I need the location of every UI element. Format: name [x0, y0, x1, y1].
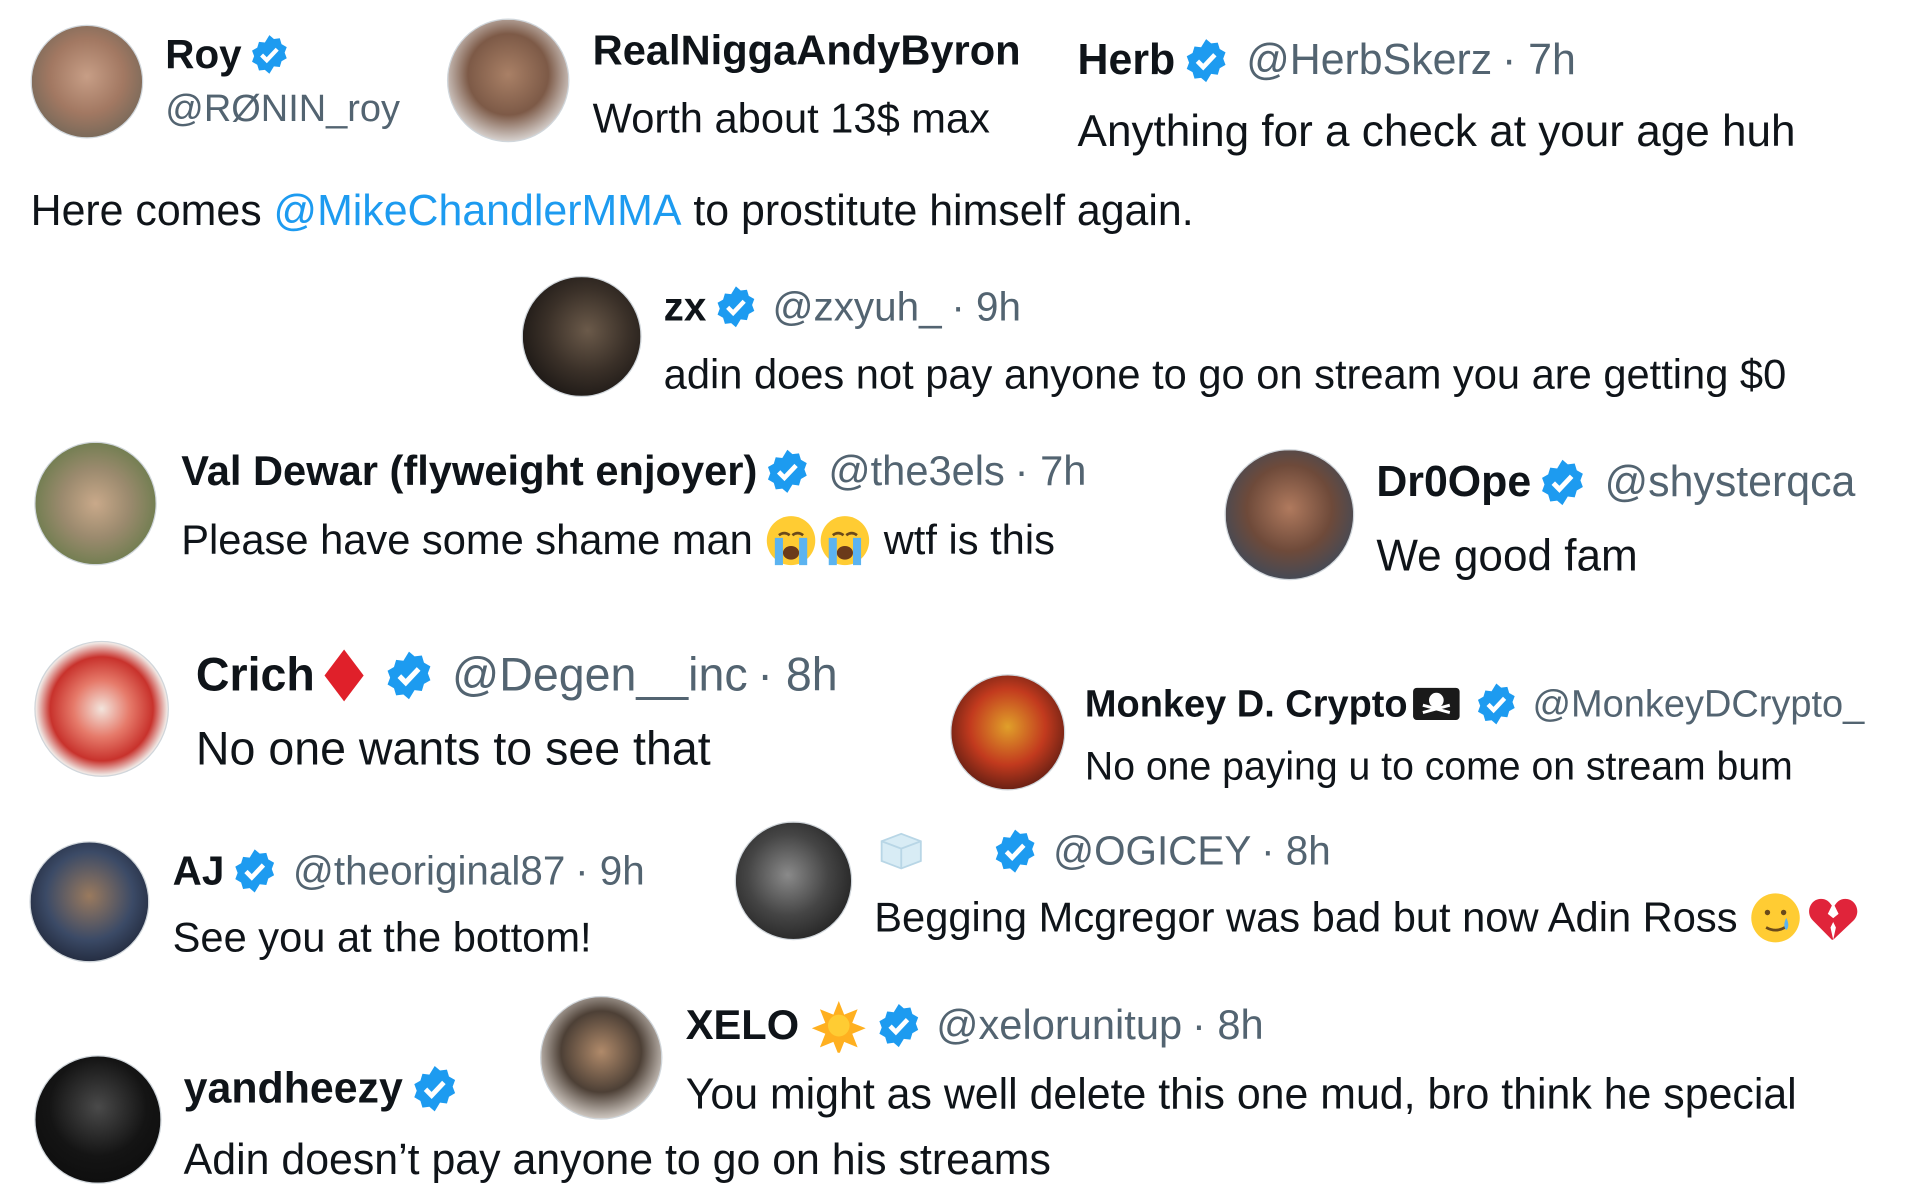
ice-cube-icon [880, 832, 922, 870]
roy-text: Here comes @MikeChandlerMMA to prostitut… [31, 186, 1194, 238]
crich-name[interactable]: Crich [196, 649, 315, 702]
xelo-handle[interactable]: @xelorunitup [936, 1001, 1182, 1049]
xelo-name[interactable]: XELO [686, 1001, 799, 1049]
verified-badge-icon [768, 449, 808, 493]
verified-badge-icon [414, 1065, 456, 1112]
droope-text: We good fam [1376, 529, 1638, 581]
zx-handle[interactable]: @zxyuh_ [772, 283, 941, 330]
yandheezy-header: yandheezy [184, 1061, 459, 1115]
zx-header: zx @zxyuh_ · 9h [664, 282, 1021, 331]
avatar-droope[interactable] [1224, 449, 1355, 581]
verified-badge-icon [1542, 459, 1584, 506]
aj-name[interactable]: AJ [173, 847, 225, 894]
yandheezy-name[interactable]: yandheezy [184, 1064, 403, 1113]
monkeydcrypto-header: Monkey D. Crypto @MonkeyDCrypto_ [1085, 680, 1864, 727]
zx-time: · 9h [951, 283, 1021, 330]
ogicey-handle[interactable]: @OGICEY [1053, 828, 1251, 875]
zx-text: adin does not pay anyone to go on stream… [663, 350, 1787, 398]
roy-name[interactable]: Roy [165, 31, 241, 78]
crying-face-icon [767, 516, 816, 566]
roy-name-row: Roy [165, 30, 290, 79]
aj-text: See you at the bottom! [172, 913, 592, 961]
monkeydcrypto-name[interactable]: Monkey D. Crypto [1085, 682, 1408, 727]
verified-badge-icon [717, 286, 755, 328]
verified-badge-icon [1477, 683, 1515, 725]
valdewar-name[interactable]: Val Dewar (flyweight enjoyer) [181, 447, 757, 495]
verified-badge-icon [235, 849, 275, 893]
xelo-text: You might as well delete this one mud, b… [685, 1070, 1797, 1119]
avatar-yandheezy[interactable] [34, 1055, 162, 1184]
herb-header: Herb @HerbSkerz · 7h [1078, 33, 1576, 87]
valdewar-text-part1: Please have some shame man [181, 516, 765, 564]
zx-name[interactable]: zx [664, 283, 707, 330]
avatar-zx[interactable] [521, 275, 642, 398]
herb-time: · 7h [1501, 35, 1576, 85]
roy-text-part2: to prostitute himself again. [681, 186, 1194, 236]
valdewar-handle[interactable]: @the3els [828, 447, 1005, 495]
valdewar-text: Please have some shame man wtf is this [181, 513, 1055, 567]
xelo-header: XELO @xelorunitup · 8h [686, 1000, 1264, 1053]
crich-text: No one wants to see that [195, 723, 711, 776]
monkeydcrypto-text: No one paying u to come on stream bum [1084, 742, 1793, 788]
avatar-xelo[interactable] [540, 995, 663, 1120]
herb-text: Anything for a check at your age huh [1077, 105, 1796, 156]
andybyron-text: Worth about 13$ max [592, 94, 990, 142]
avatar-valdewar[interactable] [34, 441, 157, 566]
avatar-roy[interactable] [30, 24, 144, 139]
crying-face-icon [820, 516, 870, 566]
ogicey-text-part: Begging Mcgregor was bad but now Adin Ro… [874, 893, 1750, 941]
verified-badge-icon [252, 35, 288, 74]
droope-header: Dr0Ope @shysterqca [1376, 455, 1855, 509]
sun-icon [811, 1001, 866, 1053]
xelo-time: · 8h [1191, 1001, 1264, 1049]
droope-name[interactable]: Dr0Ope [1376, 458, 1531, 507]
ogicey-header: @OGICEY · 8h [874, 826, 1331, 875]
avatar-monkeydcrypto[interactable] [950, 674, 1066, 791]
verified-badge-icon [387, 651, 431, 700]
crich-header: Crich @Degen__inc · 8h [196, 646, 838, 705]
valdewar-text-part2: wtf is this [872, 516, 1055, 564]
monkeydcrypto-handle[interactable]: @MonkeyDCrypto_ [1533, 682, 1865, 727]
andybyron-name[interactable]: RealNiggaAndyByron [593, 25, 1021, 77]
crich-time: · 8h [757, 648, 838, 701]
avatar-andybyron[interactable] [446, 18, 570, 143]
verified-badge-icon [995, 829, 1035, 873]
crying-smile-icon [1751, 893, 1801, 943]
red-diamond-icon [324, 649, 364, 702]
broken-heart-icon [1809, 898, 1858, 940]
reply-collage: Roy @RØNIN_roy Here comes @MikeChandlerM… [0, 0, 1920, 1200]
ogicey-time: · 8h [1261, 827, 1331, 874]
aj-header: AJ @theoriginal87 · 9h [173, 846, 645, 895]
ogicey-text: Begging Mcgregor was bad but now Adin Ro… [874, 891, 1859, 945]
avatar-crich[interactable] [34, 640, 169, 777]
valdewar-header: Val Dewar (flyweight enjoyer) @the3els ·… [181, 445, 1086, 497]
avatar-ogicey[interactable] [734, 821, 853, 941]
yandheezy-text: Adin doesn’t pay anyone to go on his str… [183, 1135, 1051, 1184]
aj-handle[interactable]: @theoriginal87 [293, 847, 565, 894]
crich-handle[interactable]: @Degen__inc [452, 649, 748, 702]
mention-link[interactable]: @MikeChandlerMMA [274, 187, 682, 236]
herb-handle[interactable]: @HerbSkerz [1246, 36, 1492, 85]
aj-time: · 9h [575, 847, 645, 894]
droope-handle[interactable]: @shysterqca [1605, 458, 1856, 507]
verified-badge-icon [878, 1004, 918, 1048]
valdewar-time: · 7h [1014, 447, 1087, 495]
roy-handle[interactable]: @RØNIN_roy [165, 84, 400, 133]
avatar-aj[interactable] [29, 841, 150, 963]
roy-text-part1: Here comes [30, 186, 274, 236]
verified-badge-icon [1186, 39, 1226, 83]
pirate-flag-icon [1412, 687, 1460, 720]
herb-name[interactable]: Herb [1078, 36, 1176, 85]
